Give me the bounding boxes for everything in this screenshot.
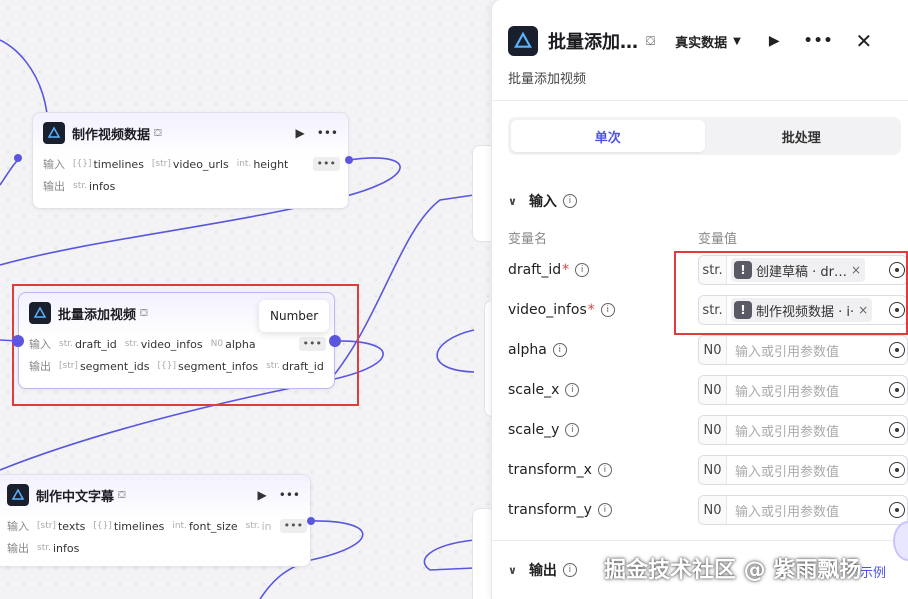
caret-down-icon[interactable]: ▼ xyxy=(733,36,741,47)
output-handle[interactable] xyxy=(307,517,315,525)
required-mark: * xyxy=(562,262,570,278)
column-header-value: 变量值 xyxy=(698,232,738,247)
tab-batch[interactable]: 批处理 xyxy=(705,120,899,152)
example-link[interactable]: 示例 xyxy=(860,562,886,581)
output-label: 输出 xyxy=(7,542,29,555)
highlight-box xyxy=(674,251,908,335)
input-port: str. video_infos xyxy=(124,337,203,351)
param-row-transform-y: transform_y i N0 输入或引用参数值 xyxy=(508,494,908,526)
type-tooltip: Number xyxy=(259,300,330,332)
info-icon[interactable]: i xyxy=(552,343,567,357)
more-params-button[interactable]: ••• xyxy=(312,157,340,171)
chevron-down-icon[interactable]: ∨ xyxy=(508,195,517,208)
reference-icon[interactable] xyxy=(889,422,905,438)
type-badge: N0 xyxy=(699,376,727,404)
param-row-transform-x: transform_x i N0 输入或引用参数值 xyxy=(508,454,908,486)
data-mode-select[interactable]: 真实数据 xyxy=(675,32,727,51)
node-title: 批量添加视频 xyxy=(58,307,137,323)
run-icon[interactable]: ▶ xyxy=(258,488,267,502)
input-port: [{}] timelines xyxy=(93,519,165,533)
run-mode-tabs: 单次 批处理 xyxy=(508,117,901,155)
param-row-alpha: alpha i N0 输入或引用参数值 xyxy=(508,334,908,366)
param-value-input[interactable]: N0 输入或引用参数值 xyxy=(698,495,908,525)
param-value-input[interactable]: N0 输入或引用参数值 xyxy=(698,415,908,445)
param-value-input[interactable]: N0 输入或引用参数值 xyxy=(698,335,908,365)
output-handle[interactable] xyxy=(329,335,341,347)
input-port: str. draft_id xyxy=(59,337,117,351)
column-header-name: 变量名 xyxy=(508,232,548,247)
node-make-subtitle[interactable]: 制作中文字幕 ⛋ ▶ ••• 输入 [str] texts [{}] timelin… xyxy=(0,474,311,567)
info-icon[interactable]: i xyxy=(565,383,580,397)
input-port: int. font_size xyxy=(172,519,238,533)
more-icon[interactable]: ••• xyxy=(317,126,338,140)
plugin-logo-icon xyxy=(7,484,29,506)
chevron-down-icon[interactable]: ∨ xyxy=(508,564,517,577)
output-port: [{}] segment_infos xyxy=(157,359,259,373)
output-handle[interactable] xyxy=(345,156,353,164)
required-mark: * xyxy=(587,302,595,318)
more-params-button[interactable]: ••• xyxy=(298,337,326,351)
input-label: 输入 xyxy=(43,158,65,171)
type-badge: N0 xyxy=(699,496,727,524)
info-icon[interactable]: i xyxy=(600,303,615,317)
input-label: 输入 xyxy=(7,520,29,533)
param-value-input[interactable]: N0 输入或引用参数值 xyxy=(698,375,908,405)
type-badge: N0 xyxy=(699,456,727,484)
plugin-logo-icon xyxy=(508,26,538,56)
output-port: str. infos xyxy=(37,541,80,555)
node-title: 制作视频数据 xyxy=(72,127,151,143)
info-icon[interactable]: i xyxy=(575,263,590,277)
input-port: int. height xyxy=(236,157,289,171)
store-icon: ⛋ xyxy=(140,307,148,319)
type-badge: N0 xyxy=(699,416,727,444)
info-icon[interactable]: i xyxy=(562,194,577,208)
run-icon[interactable]: ▶ xyxy=(769,33,780,49)
store-icon: ⛋ xyxy=(118,489,126,501)
tab-single[interactable]: 单次 xyxy=(511,120,705,152)
more-params-button[interactable]: ••• xyxy=(279,519,308,533)
info-icon[interactable]: i xyxy=(597,503,612,517)
input-handle[interactable] xyxy=(14,154,22,162)
more-icon[interactable]: ••• xyxy=(804,33,834,49)
output-label: 输出 xyxy=(29,360,51,373)
reference-icon[interactable] xyxy=(889,502,905,518)
info-icon[interactable]: i xyxy=(597,463,612,477)
output-port: [str] segment_ids xyxy=(59,359,150,373)
node-make-video-data[interactable]: 制作视频数据 ⛋ ▶ ••• 输入 [{}] timelines [str] vid… xyxy=(32,112,349,209)
type-badge: N0 xyxy=(699,336,727,364)
plugin-logo-icon xyxy=(29,302,51,324)
output-port: str. infos xyxy=(73,179,116,193)
input-port: N0 alpha xyxy=(210,337,256,351)
output-section-header[interactable]: ∨ 输出 i xyxy=(508,560,577,580)
plugin-logo-icon xyxy=(43,122,65,144)
more-icon[interactable]: ••• xyxy=(279,488,300,502)
info-icon[interactable]: i xyxy=(565,423,580,437)
close-icon[interactable]: ✕ xyxy=(856,29,873,53)
output-label: 输出 xyxy=(43,180,65,193)
info-icon[interactable]: i xyxy=(562,563,577,577)
store-icon: ⛋ xyxy=(154,127,162,139)
input-handle[interactable] xyxy=(12,335,24,347)
input-port: str. in xyxy=(245,519,272,533)
input-port: [{}] timelines xyxy=(73,157,144,171)
reference-icon[interactable] xyxy=(889,342,905,358)
param-row-scale-y: scale_y i N0 输入或引用参数值 xyxy=(508,414,908,446)
input-port: [str] texts xyxy=(37,519,86,533)
divider xyxy=(492,100,908,101)
output-port: str. draft_id xyxy=(266,359,324,373)
store-icon: ⛋ xyxy=(646,33,656,48)
run-icon[interactable]: ▶ xyxy=(296,126,305,140)
input-port: [str] video_urls xyxy=(151,157,229,171)
param-value-input[interactable]: N0 输入或引用参数值 xyxy=(698,455,908,485)
input-section-header[interactable]: ∨ 输入 i xyxy=(508,191,577,211)
param-row-scale-x: scale_x i N0 输入或引用参数值 xyxy=(508,374,908,406)
watermark: 掘金技术社区 @ 紫雨飘扬 xyxy=(604,558,862,583)
panel-description: 批量添加视频 xyxy=(508,72,587,87)
panel-title: 批量添加… xyxy=(548,32,638,53)
node-title: 制作中文字幕 xyxy=(36,489,115,505)
divider xyxy=(492,540,908,541)
input-label: 输入 xyxy=(29,338,51,351)
reference-icon[interactable] xyxy=(889,382,905,398)
reference-icon[interactable] xyxy=(889,462,905,478)
